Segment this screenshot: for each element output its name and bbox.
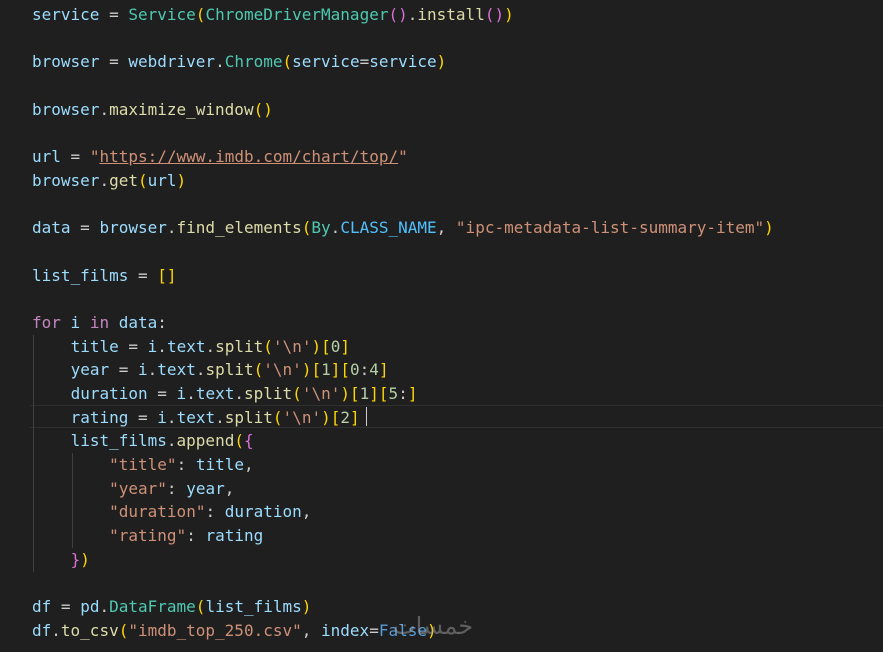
- code-line[interactable]: "year": year,: [32, 476, 774, 501]
- indent-guide: [71, 500, 73, 525]
- code-line[interactable]: browser.get(url): [32, 169, 774, 193]
- code-text: data = browser.find_elements(By.CLASS_NA…: [32, 218, 774, 238]
- code-text: duration = i.text.split('\n')[1][5:]: [70, 384, 418, 403]
- indent-guide: [33, 382, 34, 406]
- watermark: خمسات: [393, 612, 474, 640]
- code-text: list_films.append({: [70, 431, 254, 451]
- code-line[interactable]: browser = webdriver.Chrome(service=servi…: [32, 50, 774, 74]
- code-line[interactable]: }): [32, 547, 774, 572]
- code-line[interactable]: data = browser.find_elements(By.CLASS_NA…: [32, 216, 774, 240]
- code-text: "title": title,: [109, 455, 254, 475]
- code-text: "duration": duration,: [109, 502, 312, 522]
- indent-guide: [33, 358, 34, 382]
- code-line[interactable]: list_films.append({: [32, 429, 774, 454]
- code-line[interactable]: [32, 240, 774, 264]
- code-line[interactable]: [32, 121, 774, 145]
- code-line[interactable]: [32, 193, 774, 217]
- code-text: browser.get(url): [32, 170, 187, 190]
- indent-guide: [33, 429, 34, 454]
- indent-guide: [71, 524, 73, 548]
- indent-guide: [33, 334, 34, 359]
- code-line[interactable]: list_films = []: [32, 264, 774, 288]
- code-text: browser.maximize_window(): [32, 99, 273, 119]
- code-line[interactable]: url = "https://www.imdb.com/chart/top/": [32, 145, 774, 169]
- code-line[interactable]: [32, 27, 774, 51]
- indent-guide: [33, 500, 34, 525]
- code-text: rating = i.text.split('\n')[2]: [70, 407, 360, 427]
- indent-guide: [33, 405, 34, 430]
- code-line[interactable]: [32, 287, 774, 311]
- code-area[interactable]: service = Service(ChromeDriverManager().…: [32, 3, 774, 643]
- indent-guide: [33, 547, 34, 572]
- code-line[interactable]: year = i.text.split('\n')[1][0:4]: [32, 358, 774, 382]
- code-text: df.to_csv("imdb_top_250.csv", index=Fals…: [32, 620, 437, 640]
- code-line[interactable]: "title": title,: [32, 453, 774, 477]
- code-line[interactable]: [32, 74, 774, 98]
- code-text: for i in data:: [32, 312, 167, 332]
- code-line[interactable]: "duration": duration,: [32, 500, 774, 525]
- code-text: "rating": rating: [109, 526, 264, 546]
- code-text: list_films = []: [32, 265, 177, 285]
- code-line[interactable]: browser.maximize_window(): [32, 98, 774, 122]
- indent-guide: [33, 453, 34, 477]
- code-line[interactable]: for i in data:: [32, 311, 774, 335]
- code-text: browser = webdriver.Chrome(service=servi…: [32, 52, 447, 72]
- code-text: year = i.text.split('\n')[1][0:4]: [70, 360, 389, 380]
- indent-guide: [33, 476, 34, 501]
- indent-guide: [71, 453, 73, 477]
- text-cursor: [365, 406, 368, 426]
- code-line[interactable]: title = i.text.split('\n')[0]: [32, 334, 774, 359]
- code-text: "year": year,: [109, 478, 235, 498]
- code-line[interactable]: duration = i.text.split('\n')[1][5:]: [32, 382, 774, 406]
- code-line[interactable]: rating = i.text.split('\n')[2]: [32, 405, 774, 430]
- indent-guide: [71, 476, 73, 501]
- code-text: df = pd.DataFrame(list_films): [32, 597, 312, 617]
- code-text: title = i.text.split('\n')[0]: [70, 336, 351, 356]
- code-editor[interactable]: service = Service(ChromeDriverManager().…: [0, 0, 883, 652]
- code-line[interactable]: "rating": rating: [32, 524, 774, 548]
- code-line[interactable]: service = Service(ChromeDriverManager().…: [32, 3, 774, 27]
- indent-guide: [33, 524, 34, 548]
- code-text: url = "https://www.imdb.com/chart/top/": [32, 147, 408, 167]
- code-text: }): [70, 549, 90, 569]
- code-text: service = Service(ChromeDriverManager().…: [32, 5, 514, 24]
- code-line[interactable]: [32, 572, 774, 596]
